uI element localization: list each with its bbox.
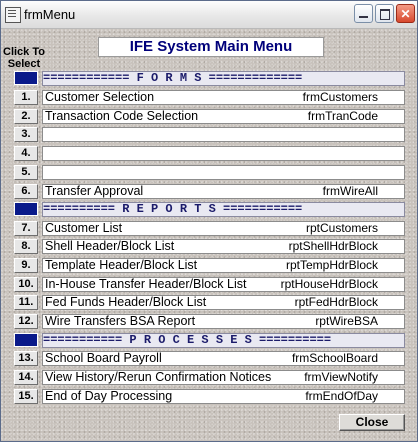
- menu-item-form: rptHouseHdrBlock: [280, 277, 378, 291]
- menu-row: 12. Wire Transfers BSA Report rptWireBSA: [1, 313, 417, 330]
- menu-row: 4.: [1, 145, 417, 162]
- menu-item-label: School Board Payroll: [45, 351, 162, 365]
- select-button-3[interactable]: 3.: [14, 127, 38, 142]
- menu-item-label: Customer Selection: [45, 90, 155, 104]
- menu-item-form: frmEndOfDay: [305, 389, 378, 403]
- menu-row: 15. End of Day Processing frmEndOfDay: [1, 388, 417, 405]
- close-button[interactable]: Close: [339, 414, 405, 431]
- click-to-select-label: Click To Select: [3, 46, 45, 70]
- menu-item-box: [42, 165, 405, 180]
- menu-item-form: rptWireBSA: [315, 314, 378, 328]
- section-label: =========== P R O C E S S E S ==========: [42, 333, 405, 348]
- menu-item-box: Transfer Approval frmWireAll: [42, 184, 405, 199]
- select-button-6[interactable]: 6.: [14, 184, 38, 199]
- maximize-button[interactable]: [375, 4, 394, 23]
- form-body: Click To Select IFE System Main Menu ===…: [1, 29, 417, 441]
- select-button-15[interactable]: 15.: [14, 389, 38, 404]
- menu-item-label: Wire Transfers BSA Report: [45, 314, 196, 328]
- menu-row: 5.: [1, 164, 417, 181]
- select-button-7[interactable]: 7.: [14, 221, 38, 236]
- section-label: ========== R E P O R T S ===========: [42, 202, 405, 217]
- menu-item-box: Wire Transfers BSA Report rptWireBSA: [42, 314, 405, 329]
- menu-row: 6. Transfer Approval frmWireAll: [1, 183, 417, 200]
- page-title: IFE System Main Menu: [98, 37, 324, 57]
- menu-item-box: Transaction Code Selection frmTranCode: [42, 109, 405, 124]
- section-header-forms: ============ F O R M S =============: [1, 70, 417, 87]
- menu-item-box: Fed Funds Header/Block List rptFedHdrBlo…: [42, 295, 405, 310]
- menu-item-label: Transfer Approval: [45, 184, 144, 198]
- menu-item-form: frmViewNotify: [304, 370, 378, 384]
- window: frmMenu ✕ Click To Select IFE System Mai…: [0, 0, 418, 442]
- menu-item-label: Fed Funds Header/Block List: [45, 295, 207, 309]
- menu-item-box: Shell Header/Block List rptShellHdrBlock: [42, 239, 405, 254]
- section-label: ============ F O R M S =============: [42, 71, 405, 86]
- select-button-2[interactable]: 2.: [14, 109, 38, 124]
- menu-item-box: View History/Rerun Confirmation Notices …: [42, 370, 405, 385]
- menu-item-form: rptCustomers: [305, 221, 378, 235]
- menu-row: 11. Fed Funds Header/Block List rptFedHd…: [1, 294, 417, 311]
- select-button-9[interactable]: 9.: [14, 258, 38, 273]
- menu-row: 9. Template Header/Block List rptTempHdr…: [1, 257, 417, 274]
- menu-item-box: [42, 146, 405, 161]
- menu-item-box: End of Day Processing frmEndOfDay: [42, 389, 405, 404]
- section-marker: [14, 333, 38, 347]
- select-button-10[interactable]: 10.: [14, 277, 38, 292]
- form-icon: [5, 7, 21, 23]
- menu-row: 2. Transaction Code Selection frmTranCod…: [1, 108, 417, 125]
- section-header-reports: ========== R E P O R T S ===========: [1, 201, 417, 218]
- select-button-4[interactable]: 4.: [14, 146, 38, 161]
- menu-item-box: School Board Payroll frmSchoolBoard: [42, 351, 405, 366]
- select-button-5[interactable]: 5.: [14, 165, 38, 180]
- section-header-processes: =========== P R O C E S S E S ==========: [1, 332, 417, 349]
- menu-item-form: rptTempHdrBlock: [285, 258, 378, 272]
- section-marker: [14, 71, 38, 85]
- menu-item-box: In-House Transfer Header/Block List rptH…: [42, 277, 405, 292]
- menu-row: 1. Customer Selection frmCustomers: [1, 89, 417, 106]
- menu-row: 10. In-House Transfer Header/Block List …: [1, 276, 417, 293]
- minimize-button[interactable]: [354, 4, 373, 23]
- menu-item-form: rptFedHdrBlock: [294, 295, 378, 309]
- menu-row: 14. View History/Rerun Confirmation Noti…: [1, 369, 417, 386]
- menu-item-form: frmTranCode: [307, 109, 378, 123]
- select-button-12[interactable]: 12.: [14, 314, 38, 329]
- menu-item-form: frmCustomers: [302, 90, 378, 104]
- select-button-14[interactable]: 14.: [14, 370, 38, 385]
- select-button-13[interactable]: 13.: [14, 351, 38, 366]
- menu-item-box: Customer List rptCustomers: [42, 221, 405, 236]
- select-button-11[interactable]: 11.: [14, 295, 38, 310]
- close-window-button[interactable]: ✕: [396, 4, 415, 23]
- section-marker: [14, 202, 38, 216]
- menu-item-label: View History/Rerun Confirmation Notices: [45, 370, 272, 384]
- menu-row: 7. Customer List rptCustomers: [1, 220, 417, 237]
- menu-row: 13. School Board Payroll frmSchoolBoard: [1, 350, 417, 367]
- menu-item-form: frmSchoolBoard: [291, 351, 378, 365]
- menu-row: 8. Shell Header/Block List rptShellHdrBl…: [1, 238, 417, 255]
- title-bar[interactable]: frmMenu ✕: [1, 1, 417, 29]
- menu-item-form: rptShellHdrBlock: [288, 239, 378, 253]
- select-button-8[interactable]: 8.: [14, 239, 38, 254]
- menu-item-box: Customer Selection frmCustomers: [42, 90, 405, 105]
- menu-row: 3.: [1, 126, 417, 143]
- menu-item-label: Transaction Code Selection: [45, 109, 199, 123]
- menu-item-label: Template Header/Block List: [45, 258, 198, 272]
- menu-item-box: Template Header/Block List rptTempHdrBlo…: [42, 258, 405, 273]
- select-button-1[interactable]: 1.: [14, 90, 38, 105]
- window-title: frmMenu: [24, 7, 76, 22]
- menu-item-label: Shell Header/Block List: [45, 239, 175, 253]
- menu-item-label: Customer List: [45, 221, 123, 235]
- menu-item-box: [42, 127, 405, 142]
- menu-item-form: frmWireAll: [322, 184, 378, 198]
- menu-item-label: End of Day Processing: [45, 389, 173, 403]
- menu-item-label: In-House Transfer Header/Block List: [45, 277, 247, 291]
